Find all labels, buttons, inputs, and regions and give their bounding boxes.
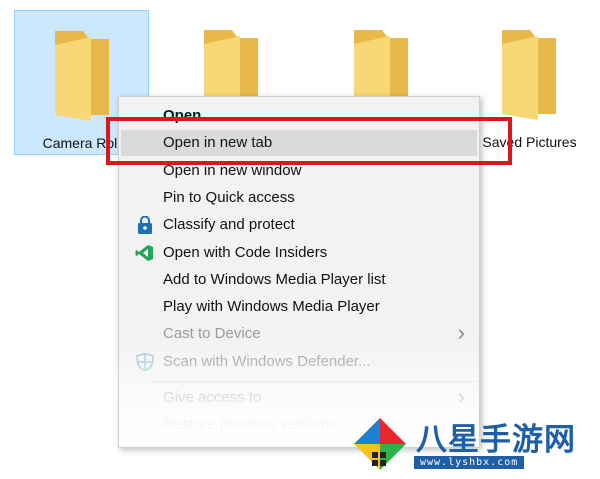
chevron-right-icon: › [457, 320, 465, 345]
watermark-text: 八星手游网 [416, 422, 576, 458]
menu-item-scan-with-defender[interactable]: Scan with Windows Defender... [121, 349, 477, 375]
menu-item-give-access-to[interactable]: Give access to › [121, 385, 477, 411]
menu-separator [151, 381, 477, 382]
watermark: 八星手游网 www.lyshbx.com [350, 412, 595, 476]
code-insiders-icon [135, 245, 153, 261]
menu-item-label: Play with Windows Media Player [163, 298, 380, 315]
menu-item-label: Give access to [163, 389, 262, 406]
menu-item-label: Add to Windows Media Player list [163, 271, 386, 288]
menu-item-label: Pin to Quick access [163, 189, 295, 206]
menu-item-open-with-code-insiders[interactable]: Open with Code Insiders [121, 240, 477, 266]
menu-item-pin-to-quick-access[interactable]: Pin to Quick access [121, 185, 477, 211]
menu-item-label: Classify and protect [163, 216, 295, 233]
defender-shield-icon [136, 353, 154, 371]
lock-shield-icon [138, 216, 152, 234]
menu-item-label: Restore previous versions [163, 416, 337, 433]
menu-item-label: Cast to Device [163, 325, 261, 342]
watermark-url: www.lyshbx.com [414, 456, 525, 469]
watermark-logo-icon [354, 418, 406, 470]
menu-item-label: Scan with Windows Defender... [163, 353, 371, 370]
folder-icon [55, 31, 109, 121]
highlight-annotation [106, 117, 512, 165]
chevron-right-icon: › [457, 384, 465, 409]
menu-item-classify-and-protect[interactable]: Classify and protect [121, 212, 477, 238]
menu-item-add-to-wmp-list[interactable]: Add to Windows Media Player list [121, 267, 477, 293]
menu-item-play-with-wmp[interactable]: Play with Windows Media Player [121, 294, 477, 320]
menu-item-cast-to-device[interactable]: Cast to Device › [121, 321, 477, 347]
folder-icon [502, 30, 556, 120]
menu-item-label: Open with Code Insiders [163, 244, 328, 261]
